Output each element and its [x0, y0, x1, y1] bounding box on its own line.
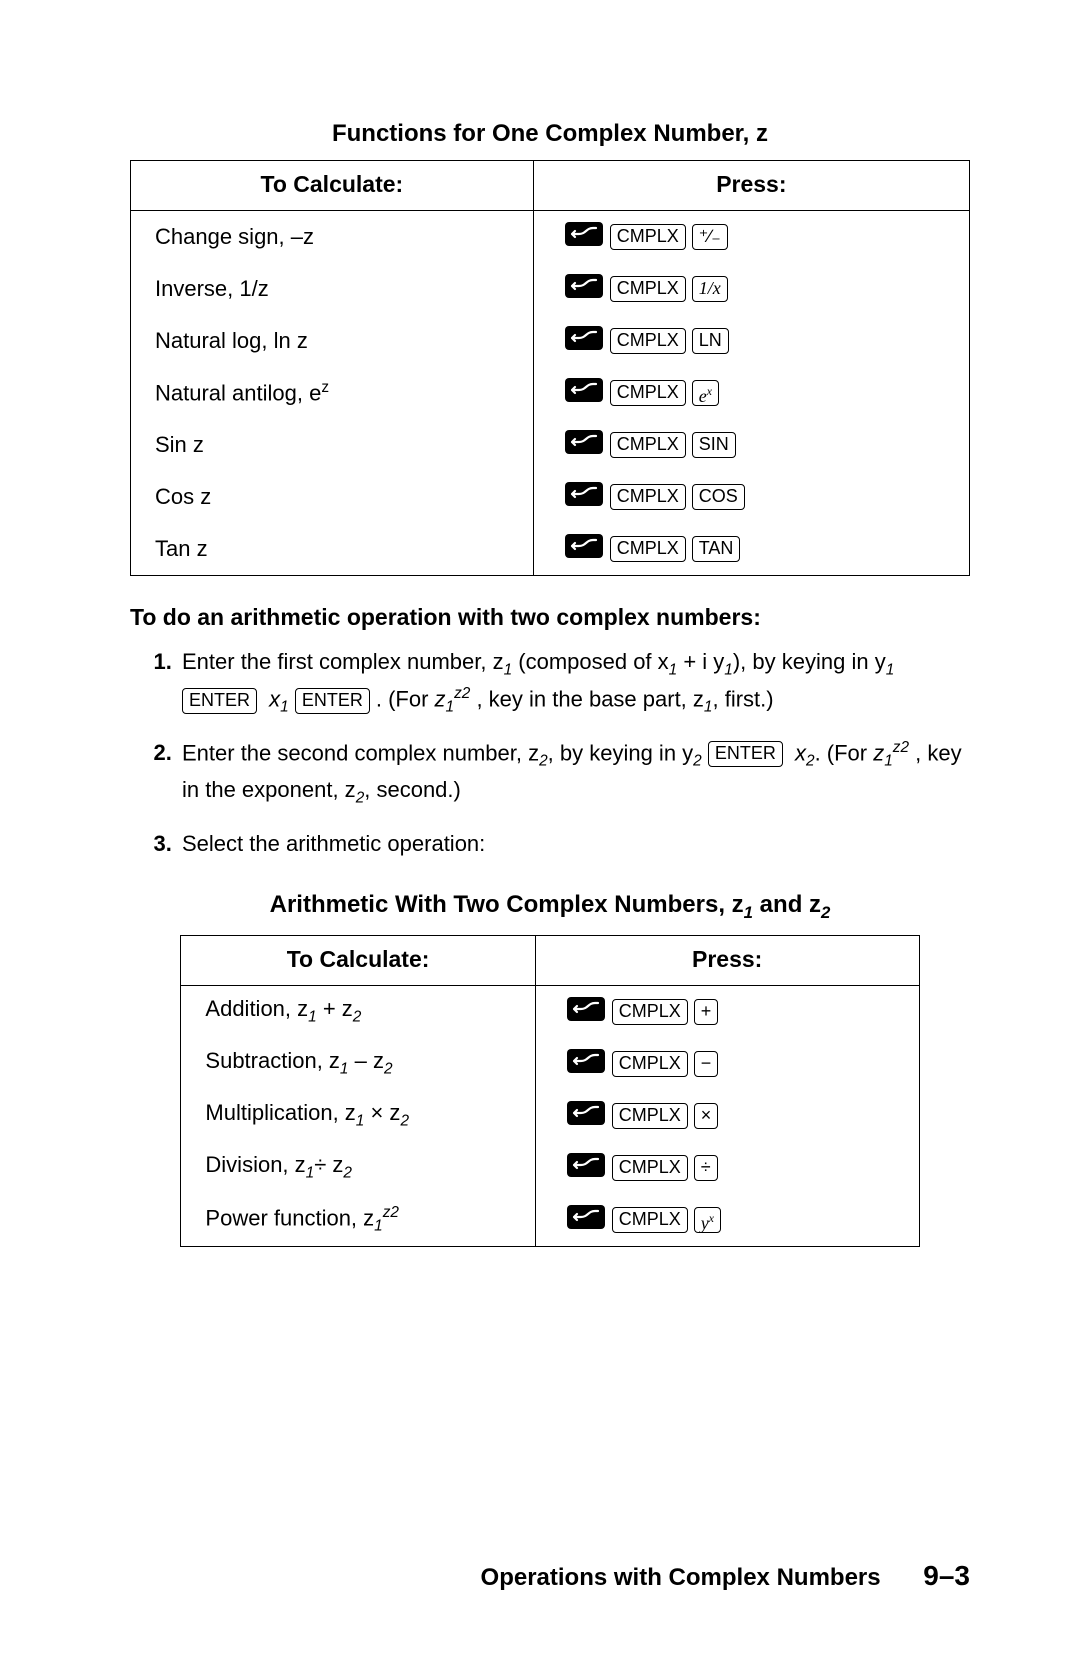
shift-key-icon	[566, 996, 606, 1028]
cos-key-icon: COS	[692, 484, 745, 510]
cmplx-key-icon: CMPLX	[612, 1103, 688, 1129]
press-cell: CMPLXCOS	[533, 471, 969, 523]
press-cell: CMPLX−	[535, 1038, 919, 1090]
steps-list: Enter the first complex number, z1 (comp…	[130, 645, 970, 861]
press-cell: CMPLXTAN	[533, 523, 969, 576]
table1: To Calculate: Press: Change sign, –zCMPL…	[130, 160, 970, 576]
press-cell: CMPLXSIN	[533, 419, 969, 471]
cmplx-key-icon: CMPLX	[610, 276, 686, 302]
calc-cell: Cos z	[131, 471, 534, 523]
shift-key-icon	[566, 1048, 606, 1080]
--key-icon: ⁺∕₋	[692, 224, 728, 250]
enter-key-icon: ENTER	[295, 688, 370, 714]
cmplx-key-icon: CMPLX	[610, 536, 686, 562]
shift-key-icon	[566, 1204, 606, 1236]
enter-key-icon: ENTER	[708, 741, 783, 767]
cmplx-key-icon: CMPLX	[612, 1207, 688, 1233]
shift-key-icon	[564, 481, 604, 513]
shift-key-icon	[564, 429, 604, 461]
calc-cell: Inverse, 1/z	[131, 263, 534, 315]
table-row: Subtraction, z1 – z2CMPLX−	[181, 1038, 919, 1090]
calc-cell: Division, z1÷ z2	[181, 1142, 535, 1194]
cmplx-key-icon: CMPLX	[612, 999, 688, 1025]
--key-icon: ×	[694, 1103, 719, 1129]
table2-header-left: To Calculate:	[181, 935, 535, 985]
step-1: Enter the first complex number, z1 (comp…	[178, 645, 970, 720]
shift-key-icon	[564, 533, 604, 565]
step-3: Select the arithmetic operation:	[178, 827, 970, 861]
press-cell: CMPLX1/x	[533, 263, 969, 315]
press-cell: CMPLXLN	[533, 315, 969, 367]
table2: To Calculate: Press: Addition, z1 + z2CM…	[180, 935, 919, 1247]
table2-header-right: Press:	[535, 935, 919, 985]
footer-title: Operations with Complex Numbers	[481, 1564, 881, 1592]
press-cell: CMPLX⁺∕₋	[533, 211, 969, 264]
--key-icon: ÷	[694, 1155, 718, 1181]
calc-cell: Natural log, ln z	[131, 315, 534, 367]
table-row: Sin zCMPLXSIN	[131, 419, 970, 471]
table2-title: Arithmetic With Two Complex Numbers, z1 …	[130, 891, 970, 923]
cmplx-key-icon: CMPLX	[612, 1051, 688, 1077]
calc-cell: Sin z	[131, 419, 534, 471]
shift-key-icon	[564, 273, 604, 305]
arith-heading: To do an arithmetic operation with two c…	[130, 604, 970, 631]
table-row: Inverse, 1/zCMPLX1/x	[131, 263, 970, 315]
1-x-key-icon: 1/x	[692, 276, 728, 302]
--key-icon: −	[694, 1051, 719, 1077]
shift-key-icon	[564, 221, 604, 253]
table-row: Tan zCMPLXTAN	[131, 523, 970, 576]
press-cell: CMPLXex	[533, 367, 969, 419]
table1-header-right: Press:	[533, 161, 969, 211]
table-row: Power function, z1z2CMPLXyx	[181, 1194, 919, 1247]
y-x-key-icon: yx	[694, 1207, 721, 1233]
calc-cell: Subtraction, z1 – z2	[181, 1038, 535, 1090]
step-2: Enter the second complex number, z2, by …	[178, 736, 970, 811]
shift-key-icon	[564, 325, 604, 357]
sin-key-icon: SIN	[692, 432, 736, 458]
tan-key-icon: TAN	[692, 536, 741, 562]
table-row: Cos zCMPLXCOS	[131, 471, 970, 523]
table-row: Division, z1÷ z2CMPLX÷	[181, 1142, 919, 1194]
enter-key-icon: ENTER	[182, 688, 257, 714]
press-cell: CMPLXyx	[535, 1194, 919, 1247]
table1-title: Functions for One Complex Number, z	[130, 120, 970, 148]
calc-cell: Power function, z1z2	[181, 1194, 535, 1247]
calc-cell: Tan z	[131, 523, 534, 576]
cmplx-key-icon: CMPLX	[612, 1155, 688, 1181]
page-footer: Operations with Complex Numbers 9–3	[481, 1560, 970, 1592]
cmplx-key-icon: CMPLX	[610, 328, 686, 354]
--key-icon: +	[694, 999, 719, 1025]
shift-key-icon	[566, 1152, 606, 1184]
table-row: Natural log, ln zCMPLXLN	[131, 315, 970, 367]
table-row: Change sign, –zCMPLX⁺∕₋	[131, 211, 970, 264]
e-x-key-icon: ex	[692, 380, 719, 406]
cmplx-key-icon: CMPLX	[610, 432, 686, 458]
cmplx-key-icon: CMPLX	[610, 224, 686, 250]
shift-key-icon	[566, 1100, 606, 1132]
calc-cell: Addition, z1 + z2	[181, 985, 535, 1038]
press-cell: CMPLX×	[535, 1090, 919, 1142]
footer-page-number: 9–3	[923, 1560, 970, 1591]
calc-cell: Change sign, –z	[131, 211, 534, 264]
press-cell: CMPLX÷	[535, 1142, 919, 1194]
table-row: Multiplication, z1 × z2CMPLX×	[181, 1090, 919, 1142]
table-row: Natural antilog, ezCMPLXex	[131, 367, 970, 419]
table1-header-left: To Calculate:	[131, 161, 534, 211]
ln-key-icon: LN	[692, 328, 729, 354]
cmplx-key-icon: CMPLX	[610, 484, 686, 510]
cmplx-key-icon: CMPLX	[610, 380, 686, 406]
shift-key-icon	[564, 377, 604, 409]
press-cell: CMPLX+	[535, 985, 919, 1038]
table-row: Addition, z1 + z2CMPLX+	[181, 985, 919, 1038]
calc-cell: Natural antilog, ez	[131, 367, 534, 419]
calc-cell: Multiplication, z1 × z2	[181, 1090, 535, 1142]
